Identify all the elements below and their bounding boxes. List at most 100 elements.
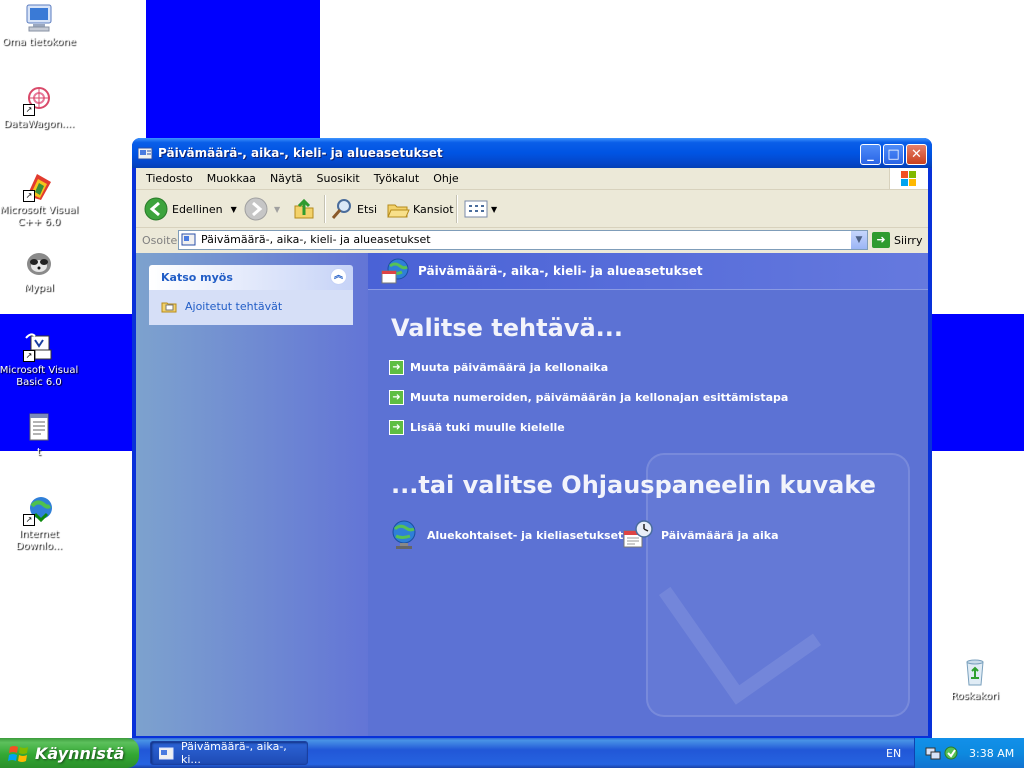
back-label: Edellinen (172, 202, 223, 216)
go-button[interactable]: ➜ Siirry (872, 231, 922, 249)
calendar-clock-icon (623, 519, 653, 551)
scheduled-tasks-icon (161, 299, 177, 313)
forward-arrow-icon (244, 197, 268, 221)
title-bar[interactable]: Päivämäärä-, aika-, kieli- ja alueasetuk… (132, 138, 932, 168)
content-area: Katso myös ︽ Ajoitetut tehtävät Päivämää… (136, 253, 928, 736)
search-label: Etsi (357, 202, 378, 216)
pick-task-heading: Valitse tehtävä... (391, 314, 623, 342)
task-add-language[interactable]: ➜ Lisää tuki muulle kielelle (389, 418, 565, 436)
desktop-icon-label: Internet Downlo... (15, 529, 63, 552)
search-button[interactable]: Etsi (330, 196, 377, 222)
desktop-icon-label: Oma tietokone (2, 37, 76, 48)
shortcut-arrow-icon: ↗ (23, 350, 35, 362)
up-folder-button[interactable] (292, 196, 316, 222)
internet-download-icon: ↗ (23, 494, 55, 526)
text-file-icon (23, 412, 55, 444)
shortcut-arrow-icon: ↗ (23, 514, 35, 526)
minimize-button[interactable]: _ (860, 144, 881, 165)
back-arrow-icon (144, 197, 168, 221)
up-folder-icon (294, 198, 314, 219)
desktop-icon-visual-basic[interactable]: ↗ Microsoft Visual Basic 6.0 (0, 330, 81, 389)
desktop-icon-label: Roskakori (950, 691, 999, 702)
menu-tools[interactable]: Työkalut (367, 168, 427, 189)
task-arrow-icon: ➜ (389, 359, 404, 375)
tray-app-icon[interactable] (943, 745, 959, 761)
menu-file[interactable]: Tiedosto (139, 168, 200, 189)
folders-button[interactable]: Kansiot (386, 196, 454, 222)
folders-label: Kansiot (413, 202, 454, 216)
globe-icon (389, 519, 419, 551)
minimize-icon: _ (867, 147, 874, 162)
menu-bar: Tiedosto Muokkaa Näytä Suosikit Työkalut Ohje (136, 168, 928, 190)
window-title: Päivämäärä-, aika-, kieli- ja alueasetuk… (158, 146, 443, 160)
explorer-window: Päivämäärä-, aika-, kieli- ja alueasetuk… (132, 138, 932, 740)
desktop-icon-label: Microsoft Visual C++ 6.0 (0, 205, 79, 228)
close-button[interactable]: ✕ (906, 144, 927, 165)
pick-icon-heading: ...tai valitse Ohjauspaneelin kuvake (391, 471, 876, 499)
views-button[interactable]: ▼ (464, 196, 497, 222)
see-also-panel: Katso myös ︽ Ajoitetut tehtävät (149, 265, 353, 325)
control-panel-icon (137, 146, 154, 160)
clock[interactable]: 3:38 AM (969, 747, 1014, 760)
maximize-icon: □ (887, 147, 900, 162)
windows-flag-icon (8, 743, 30, 763)
views-icon (464, 200, 488, 218)
control-panel-icon (158, 746, 175, 760)
desktop-icon-text-file[interactable]: t (0, 412, 81, 459)
recycle-bin-icon (959, 656, 991, 688)
forward-dropdown-icon: ▼ (274, 204, 281, 214)
task-arrow-icon: ➜ (389, 419, 404, 435)
windows-logo-icon (889, 168, 928, 189)
cpl-label: Päivämäärä ja aika (661, 528, 779, 542)
toolbar: Edellinen ▼ ▼ Etsi Kansiot ▼ (136, 190, 928, 228)
address-bar: Osoite Päivämäärä-, aika-, kieli- ja alu… (136, 228, 928, 252)
menu-edit[interactable]: Muokkaa (200, 168, 263, 189)
desktop-icon-label: Microsoft Visual Basic 6.0 (0, 365, 79, 388)
shortcut-arrow-icon: ↗ (23, 190, 35, 202)
menu-view[interactable]: Näytä (263, 168, 310, 189)
address-field[interactable]: Päivämäärä-, aika-, kieli- ja alueasetuk… (178, 230, 868, 250)
category-title: Päivämäärä-, aika-, kieli- ja alueasetuk… (418, 264, 703, 278)
see-also-header[interactable]: Katso myös ︽ (149, 265, 353, 290)
taskbar-item-control-panel[interactable]: Päivämäärä-, aika-, ki... (150, 740, 308, 766)
network-icon[interactable] (925, 745, 941, 761)
cpl-regional-language[interactable]: Aluekohtaiset- ja kieliasetukset (389, 518, 623, 552)
taskbar: Käynnistä Päivämäärä-, aika-, ki... EN 3… (0, 738, 1024, 768)
desktop-icon-mypal[interactable]: Mypal (0, 248, 81, 295)
shortcut-arrow-icon: ↗ (23, 104, 35, 116)
folders-icon (387, 204, 410, 218)
desktop-icon-my-computer[interactable]: Oma tietokone (0, 2, 81, 49)
address-dropdown-icon[interactable]: ▼ (850, 231, 867, 249)
address-label: Osoite (142, 234, 178, 247)
desktop-icon-internet-download[interactable]: ↗ Internet Downlo... (0, 494, 81, 553)
task-label: Muuta numeroiden, päivämäärän ja kellona… (410, 390, 789, 404)
task-label: Muuta päivämäärä ja kellonaika (410, 360, 609, 374)
task-arrow-icon: ➜ (389, 389, 404, 405)
back-dropdown-icon[interactable]: ▼ (231, 205, 237, 214)
task-change-date-time[interactable]: ➜ Muuta päivämäärä ja kellonaika (389, 358, 608, 376)
task-change-number-format[interactable]: ➜ Muuta numeroiden, päivämäärän ja kello… (389, 388, 788, 406)
desktop-icon-recycle-bin[interactable]: Roskakori (933, 656, 1017, 703)
maximize-button[interactable]: □ (883, 144, 904, 165)
desktop-icon-datawagon[interactable]: ↗ DataWagon.... (0, 84, 81, 131)
taskbar-item-label: Päivämäärä-, aika-, ki... (181, 740, 287, 766)
computer-icon (23, 2, 55, 34)
start-label: Käynnistä (35, 743, 125, 763)
category-globe-icon (380, 257, 412, 285)
address-value: Päivämäärä-, aika-, kieli- ja alueasetuk… (201, 233, 431, 246)
desktop-icon-visual-cpp[interactable]: ↗ Microsoft Visual C++ 6.0 (0, 170, 81, 229)
language-indicator[interactable]: EN (886, 747, 901, 760)
desktop-icon-label: t (37, 447, 41, 458)
back-button[interactable]: Edellinen ▼ (144, 196, 237, 222)
menu-help[interactable]: Ohje (426, 168, 465, 189)
menu-favorites[interactable]: Suosikit (309, 168, 366, 189)
collapse-chevron-icon[interactable]: ︽ (330, 268, 347, 285)
visual-basic-icon: ↗ (23, 330, 55, 362)
start-button[interactable]: Käynnistä (0, 738, 139, 768)
cpl-date-time[interactable]: Päivämäärä ja aika (623, 518, 779, 552)
sidebar-item-scheduled-tasks[interactable]: Ajoitetut tehtävät (185, 300, 282, 313)
views-dropdown-icon: ▼ (491, 204, 498, 214)
control-panel-icon (181, 232, 197, 247)
forward-button[interactable]: ▼ (244, 196, 280, 222)
task-pane: Katso myös ︽ Ajoitetut tehtävät (136, 253, 368, 736)
